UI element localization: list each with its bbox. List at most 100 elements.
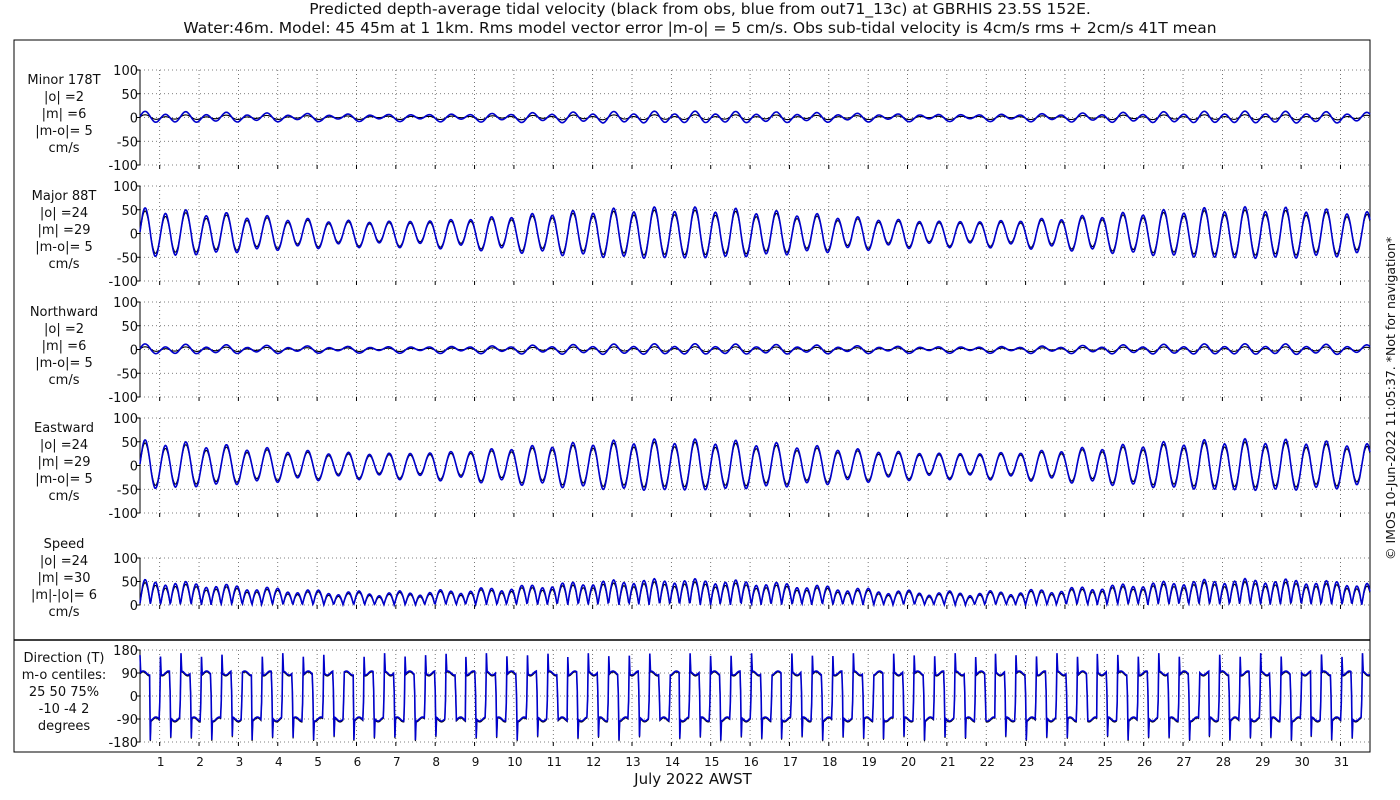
y-tick-label: 0 [130,690,138,705]
y-tick-label: 0 [130,460,138,475]
y-tick-label: 100 [113,552,138,567]
panel-label-line: |m|-|o|= 6 [31,588,97,603]
x-tick-label: 14 [665,755,680,769]
y-tick-label: -180 [108,736,138,751]
x-tick-label: 20 [901,755,916,769]
x-tick-label: 2 [196,755,204,769]
panel-3: -100 -50 0 50 100 Eastward |o| =24 |m| =29 |m-o|… [34,412,1371,522]
x-tick-label: 30 [1294,755,1309,769]
panel-label-line: cm/s [49,489,80,504]
panel-label-line: |m| =30 [38,571,91,586]
y-tick-label: 50 [121,320,138,335]
x-tick-label: 22 [980,755,995,769]
x-tick-label: 16 [743,755,758,769]
x-tick-label: 4 [275,755,283,769]
y-tick-label: -50 [117,367,138,382]
series-line-model [139,205,1371,260]
panel-label-line: cm/s [49,141,80,156]
x-tick-label: 11 [547,755,562,769]
panel-label-line: |m| =6 [42,339,87,354]
x-tick-label: 24 [1058,755,1073,769]
y-tick-label: 100 [113,412,138,427]
panel-0: -100 -50 0 50 100 Minor 178T |o| =2 |m| =6 |m-o|… [27,64,1371,174]
y-tick-label: -100 [108,159,138,174]
panel-label-line: Speed [44,537,85,552]
panel-label-line: Eastward [34,421,94,436]
figure-frame [13,39,1371,753]
y-tick-label: 90 [121,667,138,682]
series-line-model [139,437,1371,492]
panel-5: -180 -90 0 90 180 Direction (T) m-o centiles: 2… [22,644,1371,751]
x-tick-label: 27 [1176,755,1191,769]
panel-label-line: cm/s [49,257,80,272]
copyright-notice: © IMOS 10-Jun-2022 11:05:37. *Not for na… [1383,236,1398,560]
x-axis-label: July 2022 AWST [633,770,752,788]
x-tick-label: 18 [822,755,837,769]
y-tick-label: 0 [130,228,138,243]
x-tick-label: 3 [236,755,244,769]
x-tick-label: 12 [586,755,601,769]
x-tick-label: 8 [432,755,440,769]
y-tick-label: -50 [117,483,138,498]
y-tick-label: -100 [108,275,138,290]
y-tick-label: -50 [117,251,138,266]
series-line-model [139,653,1371,741]
panel-label-line: cm/s [49,373,80,388]
y-tick-label: -100 [108,391,138,406]
x-tick-label: 6 [354,755,362,769]
panel-4: 0 50 100 Speed |o| =24 |m| =30 |m|-|o|= 6 cm/s [31,537,1371,620]
y-tick-label: 100 [113,180,138,195]
panel-label-line: Major 88T [32,189,97,204]
panel-label-line: |m-o|= 5 [35,240,93,255]
x-tick-label: 31 [1334,755,1349,769]
y-tick-label: 0 [130,344,138,359]
y-tick-label: -100 [108,507,138,522]
panel-2: -100 -50 0 50 100 Northward |o| =2 |m| =6 |m-o|=… [30,296,1371,406]
x-tick-label: 10 [507,755,522,769]
x-tick-label: 17 [783,755,798,769]
panel-1: -100 -50 0 50 100 Major 88T |o| =24 |m| =29 |m-o… [32,180,1371,290]
x-tick-label: 1 [157,755,165,769]
panel-label-line: 25 50 75% [29,685,99,700]
x-tick-label: 5 [314,755,322,769]
y-tick-label: -50 [117,135,138,150]
panel-label-line: |o| =2 [44,322,84,337]
panel-label-line: |m-o|= 5 [35,356,93,371]
y-tick-label: 50 [121,576,138,591]
x-tick-label: 26 [1137,755,1152,769]
panel-label-line: degrees [38,719,91,734]
panel-label-line: |m-o|= 5 [35,124,93,139]
y-tick-label: 50 [121,436,138,451]
panel-label-line: cm/s [49,605,80,620]
y-tick-label: 50 [121,204,138,219]
x-tick-label: 23 [1019,755,1034,769]
y-tick-label: 180 [113,644,138,659]
x-tick-label: 21 [940,755,955,769]
x-tick-label: 25 [1098,755,1113,769]
x-tick-label: 28 [1216,755,1231,769]
y-tick-label: 0 [130,112,138,127]
x-tick-label: 29 [1255,755,1270,769]
panel-label-line: |o| =2 [44,90,84,105]
panel-label-line: Minor 178T [27,73,100,88]
panel-label-line: Direction (T) [24,651,105,666]
panel-label-line: |m| =29 [38,455,91,470]
chart-area: -100-50050100Minor 178T|o| =2|m| =6|m-o|… [13,39,1371,788]
y-tick-label: 100 [113,64,138,79]
y-tick-label: 50 [121,88,138,103]
panel-label-line: -10 -4 2 [39,702,90,717]
panel-label-line: |m-o|= 5 [35,472,93,487]
panel-label-line: |o| =24 [40,554,88,569]
x-tick-label: 7 [393,755,401,769]
panel-label-line: |m| =29 [38,223,91,238]
x-tick-label: 13 [625,755,640,769]
y-tick-label: -90 [117,713,138,728]
x-tick-label: 15 [704,755,719,769]
panel-label-line: |m| =6 [42,107,87,122]
x-tick-label: 9 [472,755,480,769]
y-tick-label: 0 [130,599,138,614]
x-tick-label: 19 [862,755,877,769]
panel-label-line: Northward [30,305,98,320]
y-tick-label: 100 [113,296,138,311]
panel-label-line: |o| =24 [40,206,88,221]
